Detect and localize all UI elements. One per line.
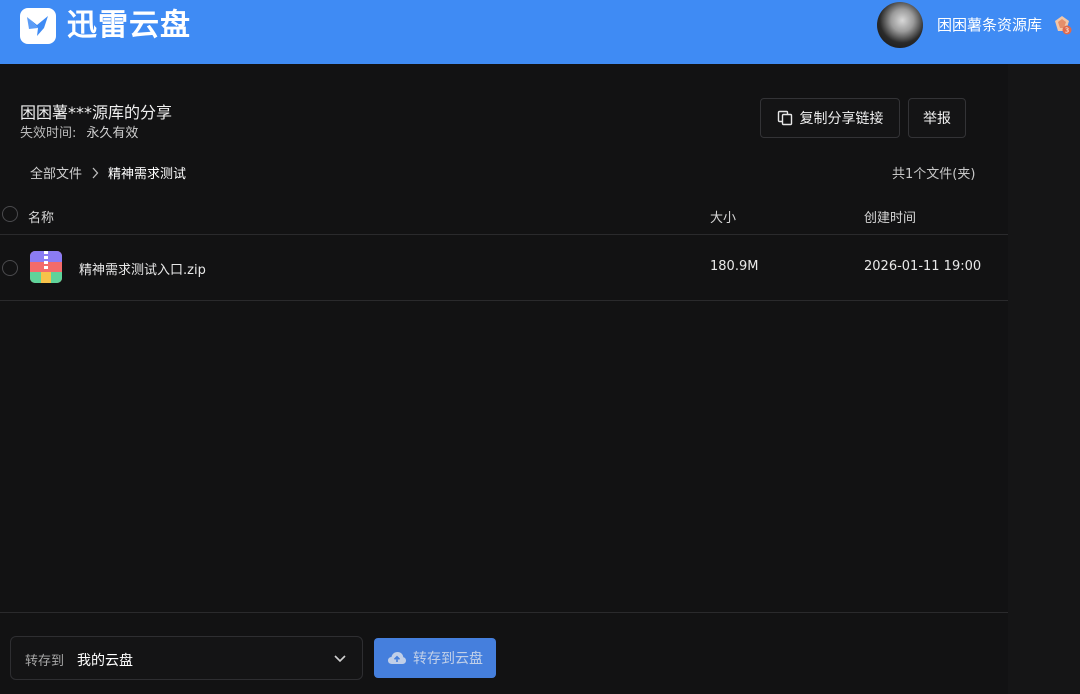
zip-archive-icon: [30, 251, 62, 283]
avatar[interactable]: [877, 2, 923, 48]
file-count: 共1个文件(夹): [892, 167, 976, 182]
report-button[interactable]: 举报: [908, 98, 966, 138]
column-size-header[interactable]: 大小: [710, 207, 736, 226]
file-size: 180.9M: [710, 259, 759, 274]
user-name[interactable]: 困困薯条资源库: [937, 14, 1042, 35]
cloud-upload-icon: [388, 652, 406, 664]
top-bar: 迅雷云盘 困困薯条资源库 3: [0, 0, 1080, 64]
vip-badge-icon: 3: [1055, 16, 1072, 35]
copy-share-link-button[interactable]: 复制分享链接: [760, 98, 900, 138]
table-row[interactable]: 精神需求测试入口.zip 180.9M 2026-01-11 19:00: [0, 235, 1008, 301]
share-title: 困困薯***源库的分享: [20, 103, 173, 122]
expire-info: 失效时间: 永久有效: [20, 122, 138, 141]
file-name[interactable]: 精神需求测试入口.zip: [79, 259, 206, 278]
breadcrumb-current: 精神需求测试: [108, 167, 187, 182]
copy-icon: [777, 110, 792, 126]
copy-share-link-label: 复制分享链接: [799, 111, 884, 127]
main-panel: [0, 64, 1080, 694]
save-to-label: 转存到: [25, 654, 65, 669]
expire-value: 永久有效: [86, 126, 139, 141]
select-all-radio[interactable]: [2, 206, 18, 222]
right-gutter: [1008, 64, 1080, 694]
save-destination-select[interactable]: 转存到 我的云盘: [10, 636, 363, 680]
report-label: 举报: [923, 111, 951, 127]
breadcrumb-root[interactable]: 全部文件: [30, 163, 82, 182]
chevron-down-icon: [334, 655, 346, 663]
save-to-cloud-button[interactable]: 转存到云盘: [374, 638, 496, 678]
column-created-header[interactable]: 创建时间: [864, 207, 916, 226]
save-to-value: 我的云盘: [77, 653, 133, 669]
svg-text:3: 3: [1065, 27, 1069, 35]
column-name-header[interactable]: 名称: [28, 207, 54, 226]
brand-logo[interactable]: 迅雷云盘: [20, 8, 191, 44]
save-to-cloud-label: 转存到云盘: [413, 651, 483, 667]
expire-label: 失效时间:: [20, 126, 77, 141]
row-select-radio[interactable]: [2, 260, 18, 276]
brand-name: 迅雷云盘: [67, 8, 191, 43]
file-created: 2026-01-11 19:00: [864, 259, 982, 274]
breadcrumb: 全部文件 精神需求测试: [30, 163, 186, 182]
chevron-right-icon: [92, 167, 99, 178]
table-header: 名称 大小 创建时间: [0, 196, 1008, 235]
thunder-bird-icon: [20, 8, 56, 44]
